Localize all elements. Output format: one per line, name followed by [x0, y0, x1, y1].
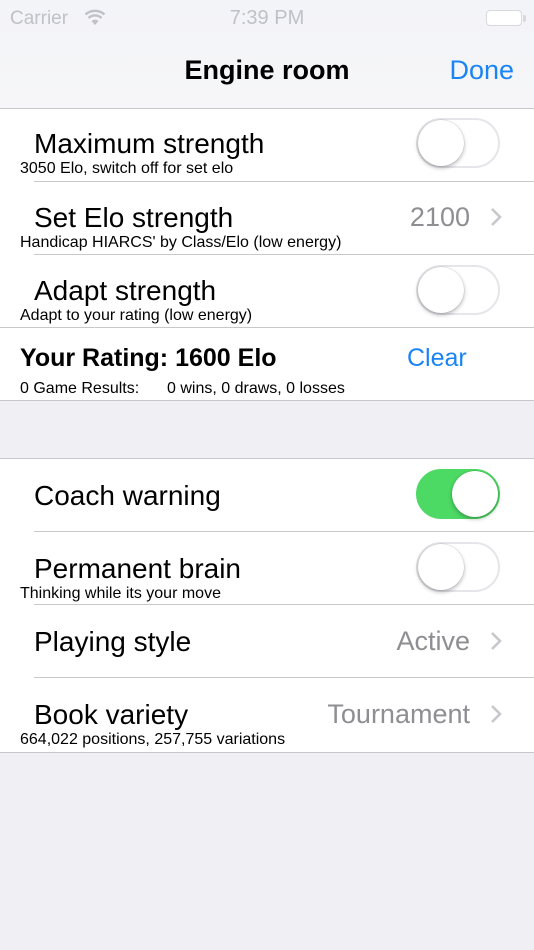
toggle-knob	[418, 267, 464, 313]
maximum-strength-label: Maximum strength	[34, 128, 265, 159]
adapt-strength-label: Adapt strength	[34, 275, 217, 306]
maximum-strength-subtitle: 3050 Elo, switch off for set elo	[20, 160, 234, 177]
permanent-brain-row: Permanent brain Thinking while its your …	[0, 532, 534, 605]
battery-icon	[486, 10, 522, 26]
game-results-label: 0 Game Results:	[20, 380, 140, 397]
strength-group: Maximum strength 3050 Elo, switch off fo…	[0, 108, 534, 401]
toggle-knob	[452, 471, 498, 517]
playing-style-label: Playing style	[34, 626, 192, 657]
done-button[interactable]: Done	[449, 55, 514, 86]
set-elo-row[interactable]: Set Elo strength Handicap HIARCS' by Cla…	[0, 182, 534, 255]
status-bar: Carrier 7:39 PM	[0, 0, 534, 38]
playing-style-row[interactable]: Playing style Active	[0, 605, 534, 678]
chevron-right-icon	[491, 208, 502, 226]
toggle-knob	[418, 120, 464, 166]
book-variety-value: Tournament	[327, 699, 470, 729]
battery-tip	[523, 15, 526, 22]
permanent-brain-label: Permanent brain	[34, 553, 242, 584]
playing-style-value: Active	[396, 626, 470, 656]
game-results-value: 0 wins, 0 draws, 0 losses	[167, 380, 345, 397]
permanent-brain-subtitle: Thinking while its your move	[20, 585, 221, 602]
book-variety-subtitle: 664,022 positions, 257,755 variations	[20, 731, 286, 748]
coach-warning-toggle[interactable]	[416, 469, 500, 519]
options-group: Coach warning Permanent brain Thinking w…	[0, 458, 534, 753]
adapt-strength-row: Adapt strength Adapt to your rating (low…	[0, 255, 534, 328]
permanent-brain-toggle[interactable]	[416, 542, 500, 592]
maximum-strength-toggle[interactable]	[416, 118, 500, 168]
book-variety-label: Book variety	[34, 699, 189, 730]
adapt-strength-toggle[interactable]	[416, 265, 500, 315]
set-elo-value: 2100	[409, 202, 470, 232]
status-time: 7:39 PM	[229, 7, 305, 29]
toggle-knob	[418, 544, 464, 590]
your-rating-label: Your Rating: 1600 Elo	[20, 344, 277, 372]
coach-warning-row: Coach warning	[0, 459, 534, 532]
chevron-right-icon	[491, 632, 502, 650]
clear-rating-button[interactable]: Clear	[407, 344, 467, 373]
set-elo-label: Set Elo strength	[34, 202, 234, 233]
set-elo-subtitle: Handicap HIARCS' by Class/Elo (low energ…	[20, 234, 342, 251]
coach-warning-label: Coach warning	[34, 480, 221, 511]
navigation-bar: Carrier 7:39 PM Engine room Done	[0, 0, 534, 109]
adapt-strength-subtitle: Adapt to your rating (low energy)	[20, 307, 253, 324]
book-variety-row[interactable]: Book variety Tournament 664,022 position…	[0, 678, 534, 751]
chevron-right-icon	[491, 705, 502, 723]
maximum-strength-row: Maximum strength 3050 Elo, switch off fo…	[0, 109, 534, 182]
rating-row: Your Rating: 1600 Elo Clear 0 Game Resul…	[0, 328, 534, 400]
